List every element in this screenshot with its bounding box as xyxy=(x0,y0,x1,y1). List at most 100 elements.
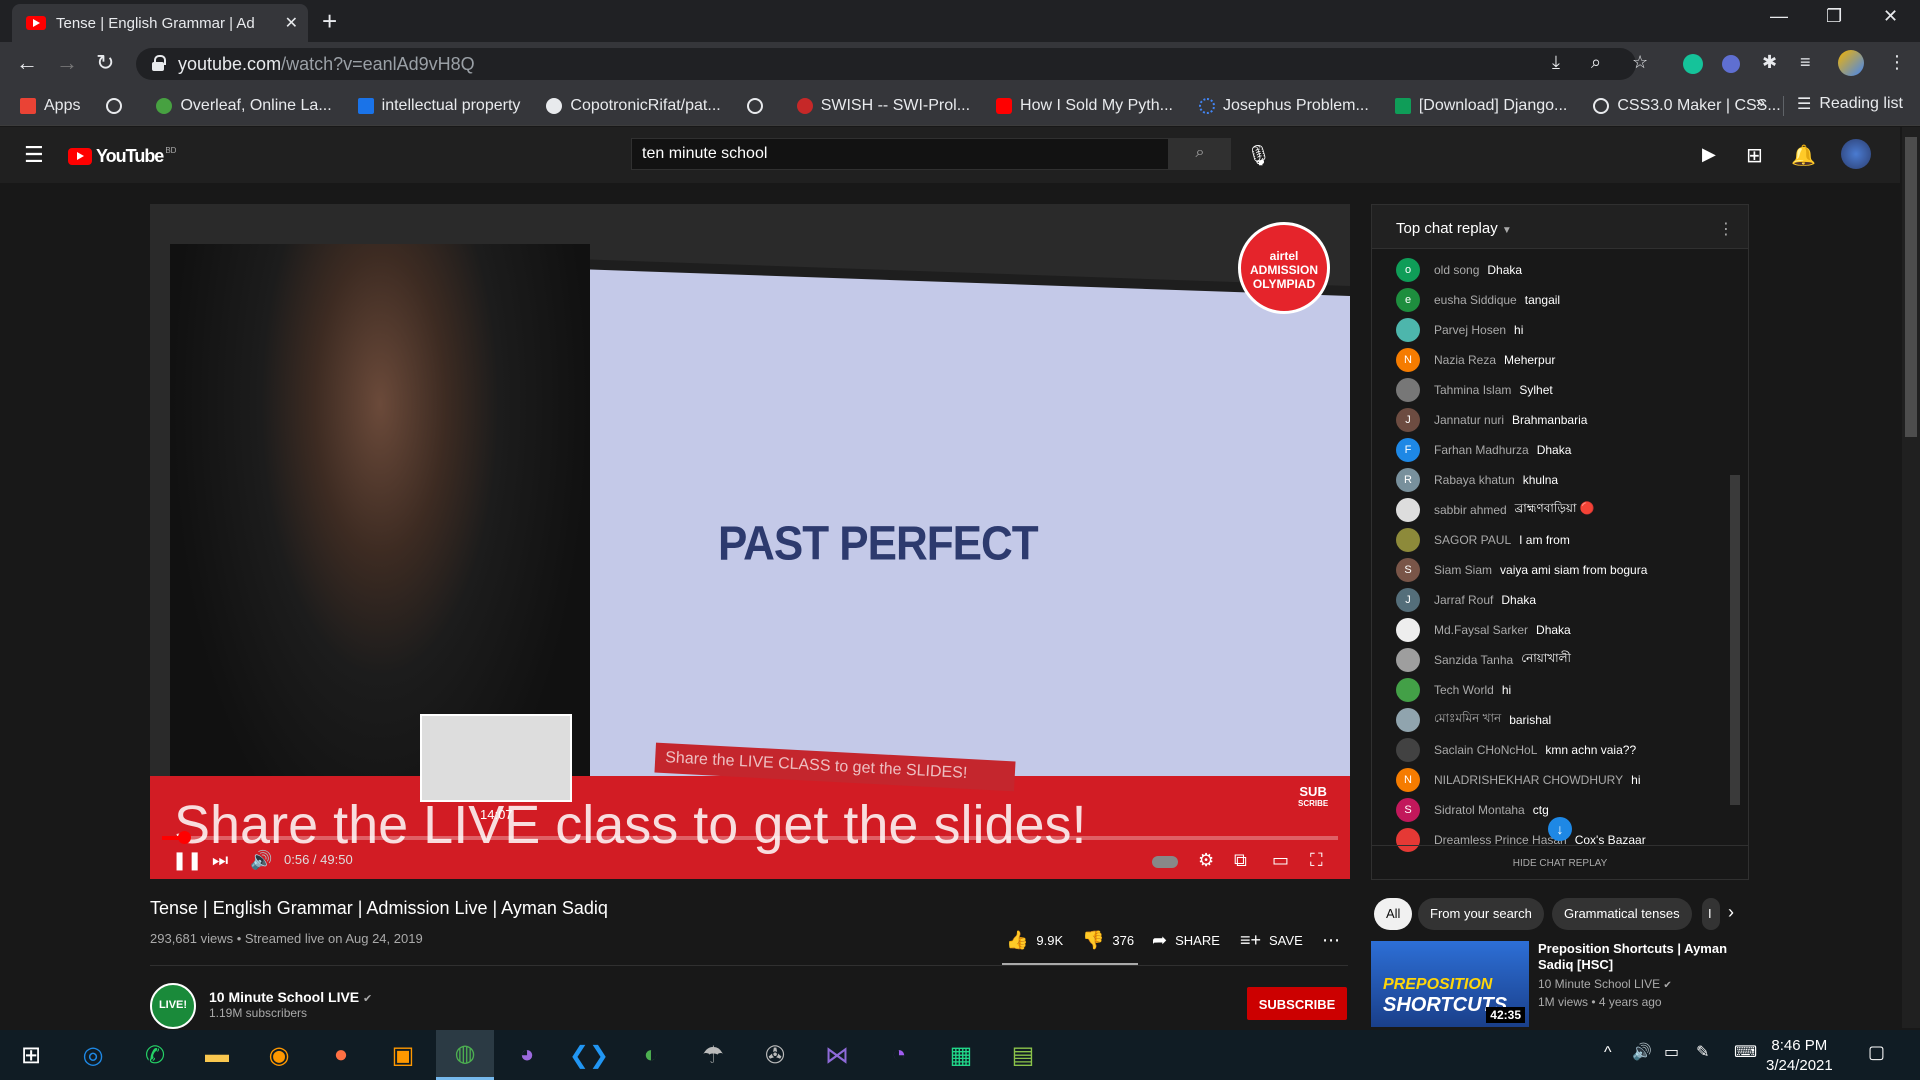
chat-avatar[interactable]: J xyxy=(1396,408,1420,432)
bookmarks-overflow-button[interactable]: » xyxy=(1756,94,1765,112)
chip-grammatical-tenses[interactable]: Grammatical tenses xyxy=(1552,898,1692,930)
tray-chevron-icon[interactable]: ^ xyxy=(1604,1044,1612,1062)
chat-author[interactable]: Parvej Hosen xyxy=(1434,323,1506,337)
extension-icon[interactable] xyxy=(1722,55,1740,73)
microphone-icon[interactable]: 🎙 xyxy=(1246,143,1271,168)
whatsapp-icon[interactable]: ✆ xyxy=(126,1030,184,1080)
scrollbar-thumb[interactable] xyxy=(1905,137,1917,437)
bookmark-item[interactable]: CopotronicRifat/pat... xyxy=(546,97,721,115)
chat-author[interactable]: sabbir ahmed xyxy=(1434,503,1507,517)
chat-author[interactable]: Sanzida Tanha xyxy=(1434,653,1513,667)
channel-avatar[interactable]: LIVE! xyxy=(150,983,196,1029)
chat-author[interactable]: Sidratol Montaha xyxy=(1434,803,1525,817)
bookmark-item[interactable]: Josephus Problem... xyxy=(1198,97,1369,115)
chat-avatar[interactable]: e xyxy=(1396,288,1420,312)
globe-app-icon[interactable]: ◐ xyxy=(622,1030,680,1080)
keyboard-icon[interactable]: ⌨ xyxy=(1734,1042,1757,1062)
chip-all[interactable]: All xyxy=(1374,898,1413,930)
forward-icon[interactable]: → xyxy=(56,50,78,76)
browser-menu-icon[interactable]: ⋮ xyxy=(1888,52,1906,73)
chat-author[interactable]: Jannatur nuri xyxy=(1434,413,1504,427)
zoom-icon[interactable]: ⌕ xyxy=(1591,52,1601,73)
chat-author[interactable]: Nazia Reza xyxy=(1434,353,1496,367)
apps-grid-icon[interactable]: ⊞ xyxy=(1746,143,1763,168)
bookmark-item[interactable]: CSS3.0 Maker | CSS... xyxy=(1593,97,1781,115)
chat-avatar[interactable] xyxy=(1396,678,1420,702)
vscode-icon[interactable]: ❮❯ xyxy=(560,1030,618,1080)
save-button[interactable]: ≡+ SAVE xyxy=(1240,930,1303,951)
profile-avatar[interactable] xyxy=(1838,50,1864,76)
chat-author[interactable]: Jarraf Rouf xyxy=(1434,593,1493,607)
reload-icon[interactable]: ↻ xyxy=(96,50,114,76)
chat-avatar[interactable] xyxy=(1396,738,1420,762)
chat-avatar[interactable]: S xyxy=(1396,558,1420,582)
minimize-icon[interactable]: — xyxy=(1770,6,1788,27)
chat-author[interactable]: Tahmina Islam xyxy=(1434,383,1511,397)
chat-avatar[interactable] xyxy=(1396,498,1420,522)
tab-close-icon[interactable]: ✕ xyxy=(285,13,298,33)
chat-avatar[interactable]: N xyxy=(1396,348,1420,372)
notifications-bell-icon[interactable]: 🔔 xyxy=(1791,143,1816,168)
scroll-down-icon[interactable]: ↓ xyxy=(1548,817,1572,841)
install-icon[interactable]: ⤓ xyxy=(1552,52,1560,73)
more-actions-icon[interactable]: ⋯ xyxy=(1322,930,1340,951)
video-player[interactable]: PAST PERFECT airtel ADMISSION OLYMPIAD S… xyxy=(150,204,1350,879)
search-taskbar-icon[interactable]: ◎ xyxy=(64,1030,122,1080)
chip-partial[interactable]: I xyxy=(1702,898,1720,930)
chat-avatar[interactable]: J xyxy=(1396,588,1420,612)
app-icon[interactable]: ▣ xyxy=(374,1030,432,1080)
autoplay-toggle[interactable] xyxy=(1152,856,1178,868)
channel-name[interactable]: 10 Minute School LIVE ✔ xyxy=(209,989,372,1005)
window-close-icon[interactable]: ✕ xyxy=(1883,6,1898,27)
bookmark-item[interactable]: SWISH -- SWI-Prol... xyxy=(796,97,970,115)
recommendation-title[interactable]: Preposition Shortcuts | Ayman Sadiq [HSC… xyxy=(1538,941,1728,973)
app-icon[interactable]: ✇ xyxy=(746,1030,804,1080)
create-video-icon[interactable]: ▶ xyxy=(1702,144,1716,165)
page-scrollbar[interactable] xyxy=(1902,127,1920,1028)
bookmark-item[interactable] xyxy=(746,97,771,114)
dislike-button[interactable]: 👎 376 xyxy=(1082,930,1134,951)
theater-mode-icon[interactable]: ▭ xyxy=(1272,850,1289,871)
menu-icon[interactable]: ☰ xyxy=(24,142,44,168)
messenger-icon[interactable]: ◔ xyxy=(870,1030,928,1080)
chat-avatar[interactable] xyxy=(1396,528,1420,552)
chat-menu-icon[interactable]: ⋮ xyxy=(1718,219,1734,239)
chat-avatar[interactable]: o xyxy=(1396,258,1420,282)
next-icon[interactable]: ⏭ xyxy=(212,850,228,871)
pause-icon[interactable]: ❚❚ xyxy=(172,850,202,871)
chat-avatar[interactable] xyxy=(1396,618,1420,642)
chat-author[interactable]: Farhan Madhurza xyxy=(1434,443,1529,457)
volume-icon[interactable]: 🔊 xyxy=(250,850,272,871)
chat-avatar[interactable]: F xyxy=(1396,438,1420,462)
visual-studio-icon[interactable]: ⋈ xyxy=(808,1030,866,1080)
youtube-logo[interactable]: YouTube BD xyxy=(68,146,176,167)
hide-chat-button[interactable]: HIDE CHAT REPLAY xyxy=(1372,845,1748,879)
chat-avatar[interactable]: S xyxy=(1396,798,1420,822)
share-button[interactable]: ➦ SHARE xyxy=(1152,930,1220,951)
grammarly-icon[interactable] xyxy=(1683,54,1703,74)
progress-bar[interactable] xyxy=(162,831,1338,844)
recommendation-thumbnail[interactable]: PREPOSITION SHORTCUTS 42:35 xyxy=(1371,941,1529,1027)
chip-from-your-search[interactable]: From your search xyxy=(1418,898,1544,930)
bookmark-star-icon[interactable]: ☆ xyxy=(1632,52,1648,73)
miniplayer-icon[interactable]: ⧉ xyxy=(1234,850,1247,871)
chat-avatar[interactable] xyxy=(1396,708,1420,732)
browser-tab[interactable]: Tense | English Grammar | Ad ✕ xyxy=(12,4,308,42)
subscribe-watermark[interactable]: SUB SCRIBE xyxy=(1298,785,1328,810)
chat-author[interactable]: মোঃমমিন খান xyxy=(1434,710,1501,730)
chrome-icon[interactable]: ◍ xyxy=(436,1030,494,1080)
chat-author[interactable]: Saclain CHoNcHoL xyxy=(1434,743,1537,757)
chat-author[interactable]: NILADRISHEKHAR CHOWDHURY xyxy=(1434,773,1623,787)
chevron-right-icon[interactable]: › xyxy=(1728,902,1734,923)
chat-scrollbar[interactable] xyxy=(1730,475,1740,805)
subscribe-button[interactable]: SUBSCRIBE xyxy=(1247,987,1347,1020)
vpn-icon[interactable]: ◉ xyxy=(250,1030,308,1080)
network-icon[interactable]: ▭ xyxy=(1664,1042,1679,1062)
chat-avatar[interactable]: N xyxy=(1396,768,1420,792)
extensions-puzzle-icon[interactable]: ✱ xyxy=(1762,52,1777,73)
account-avatar[interactable] xyxy=(1841,139,1871,169)
chat-author[interactable]: eusha Siddique xyxy=(1434,293,1517,307)
chat-header[interactable]: Top chat replay ▼ xyxy=(1372,205,1748,249)
chat-avatar[interactable] xyxy=(1396,378,1420,402)
chat-avatar[interactable] xyxy=(1396,318,1420,342)
